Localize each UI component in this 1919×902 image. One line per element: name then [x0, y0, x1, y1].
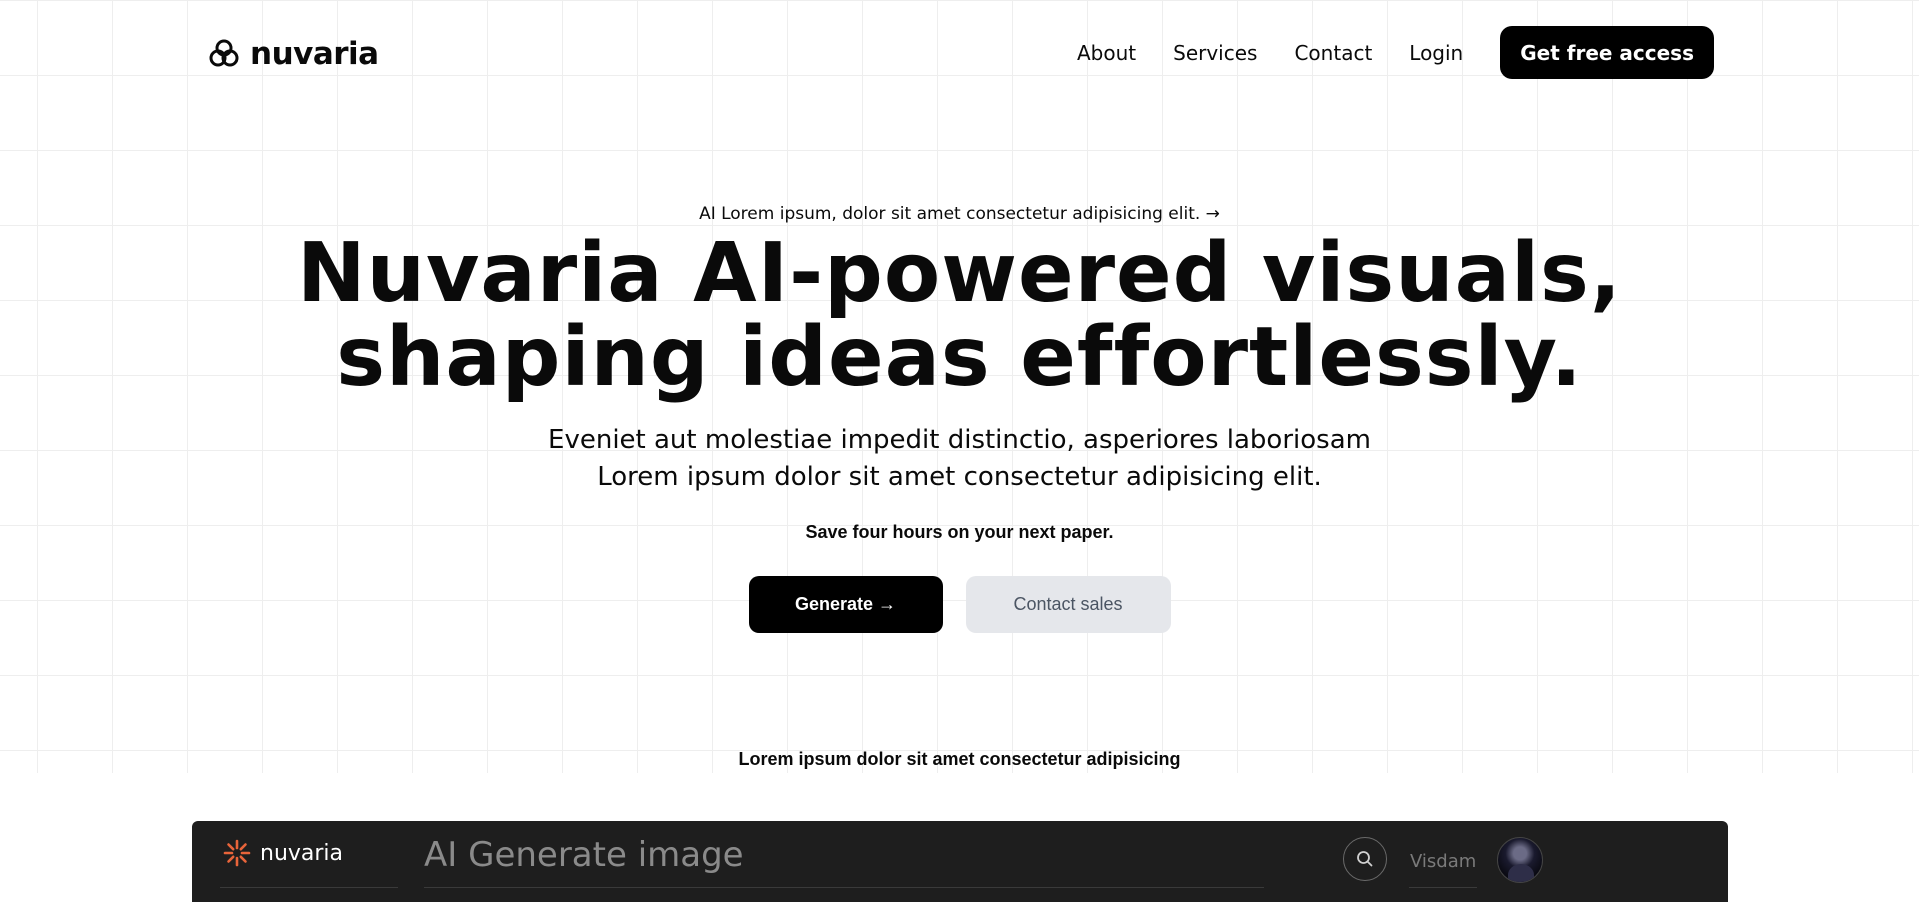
divider — [424, 887, 1264, 888]
contact-sales-button[interactable]: Contact sales — [965, 576, 1171, 633]
divider — [1409, 887, 1477, 888]
announcement-link[interactable]: AI Lorem ipsum, dolor sit amet consectet… — [699, 204, 1220, 224]
search-icon — [1357, 851, 1373, 867]
sunburst-logo-icon — [223, 839, 251, 867]
hero-tagline: Save four hours on your next paper. — [805, 522, 1114, 542]
brand-logo[interactable]: nuvaria — [208, 36, 379, 72]
avatar[interactable] — [1497, 837, 1543, 883]
nav-link-about[interactable]: About — [1077, 41, 1136, 65]
hero-button-row: Generate → Contact sales — [0, 576, 1919, 633]
brand-name: nuvaria — [250, 36, 379, 72]
app-brand-name: nuvaria — [260, 840, 344, 866]
nav-link-contact[interactable]: Contact — [1294, 41, 1372, 65]
subtext-line-1: Eveniet aut molestiae impedit distinctio… — [548, 425, 1371, 455]
get-free-access-button[interactable]: Get free access — [1500, 26, 1714, 79]
search-button[interactable] — [1343, 837, 1387, 881]
app-brand[interactable]: nuvaria — [223, 839, 343, 867]
divider — [220, 887, 398, 888]
subtext-line-2: Lorem ipsum dolor sit amet consectetur a… — [597, 462, 1322, 492]
hero-footer-text: Lorem ipsum dolor sit amet consectetur a… — [738, 749, 1181, 769]
app-preview: nuvaria AI Generate image Visdam — [192, 821, 1728, 902]
hero-headline: Nuvaria AI-powered visuals, shaping idea… — [0, 232, 1919, 400]
hero-subtext: Eveniet aut molestiae impedit distinctio… — [0, 422, 1919, 496]
nav-links: About Services Contact Login Get free ac… — [1077, 26, 1714, 79]
announcement-bar: AI Lorem ipsum, dolor sit amet consectet… — [0, 204, 1919, 224]
headline-line-1: Nuvaria AI-powered visuals, — [296, 226, 1623, 321]
trefoil-logo-icon — [209, 39, 239, 67]
top-navigation: nuvaria About Services Contact Login Get… — [0, 0, 1919, 105]
nav-link-services[interactable]: Services — [1173, 41, 1257, 65]
user-name[interactable]: Visdam — [1410, 851, 1476, 872]
headline-line-2: shaping ideas effortlessly. — [336, 310, 1583, 405]
generate-button[interactable]: Generate → — [748, 576, 943, 633]
nav-link-login[interactable]: Login — [1409, 41, 1463, 65]
app-page-title: AI Generate image — [424, 835, 744, 875]
